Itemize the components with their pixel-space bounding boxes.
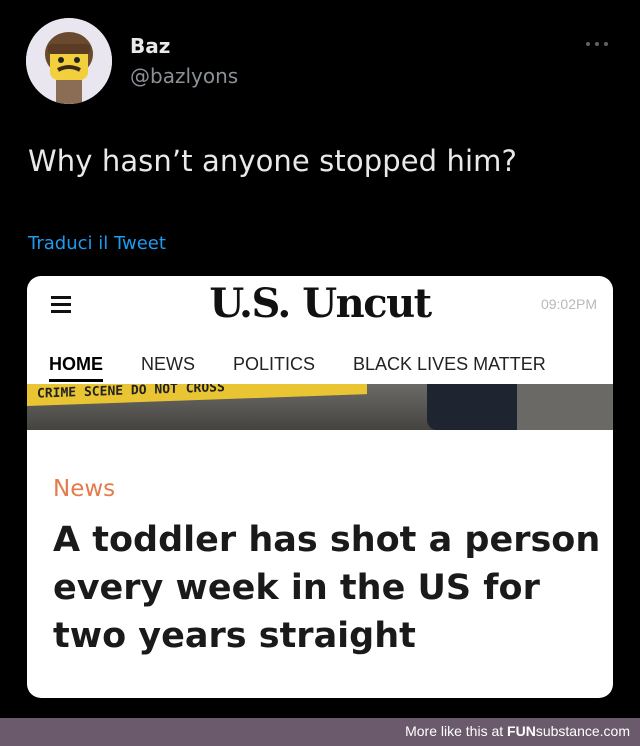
masthead-logo: U.S. Uncut xyxy=(209,280,432,327)
tweet-text: Why hasn’t anyone stopped him? xyxy=(28,144,517,178)
footer-prefix: More like this at xyxy=(405,723,508,739)
nav-black-lives-matter[interactable]: BLACK LIVES MATTER xyxy=(353,354,546,382)
hero-image: CRIME SCENE DO NOT CROSS xyxy=(27,384,613,430)
nav-news[interactable]: NEWS xyxy=(141,354,195,382)
more-horizontal-icon[interactable] xyxy=(582,36,612,52)
footer-brand-bold: FUN xyxy=(507,723,536,739)
watermark-footer: More like this at FUNsubstance.com xyxy=(0,718,640,746)
lego-avatar-icon xyxy=(26,18,112,104)
article-headline[interactable]: A toddler has shot a person every week i… xyxy=(53,516,603,660)
translate-tweet-link[interactable]: Traduci il Tweet xyxy=(28,233,166,254)
section-label: News xyxy=(53,476,116,502)
time-label: 09:02PM xyxy=(540,296,597,312)
site-nav: HOME NEWS POLITICS BLACK LIVES MATTER xyxy=(49,354,546,382)
nav-politics[interactable]: POLITICS xyxy=(233,354,315,382)
user-handle[interactable]: @bazlyons xyxy=(130,64,238,88)
footer-suffix: .com xyxy=(599,723,630,739)
footer-text[interactable]: More like this at FUNsubstance.com xyxy=(405,723,630,739)
footer-brand-rest: substance xyxy=(535,723,600,739)
nav-home[interactable]: HOME xyxy=(49,354,103,382)
hero-background xyxy=(517,384,613,430)
media-card[interactable]: U.S. Uncut 09:02PM HOME NEWS POLITICS BL… xyxy=(27,276,613,698)
avatar[interactable] xyxy=(26,18,112,104)
display-name[interactable]: Baz xyxy=(130,34,170,58)
crime-scene-tape: CRIME SCENE DO NOT CROSS xyxy=(27,384,367,406)
